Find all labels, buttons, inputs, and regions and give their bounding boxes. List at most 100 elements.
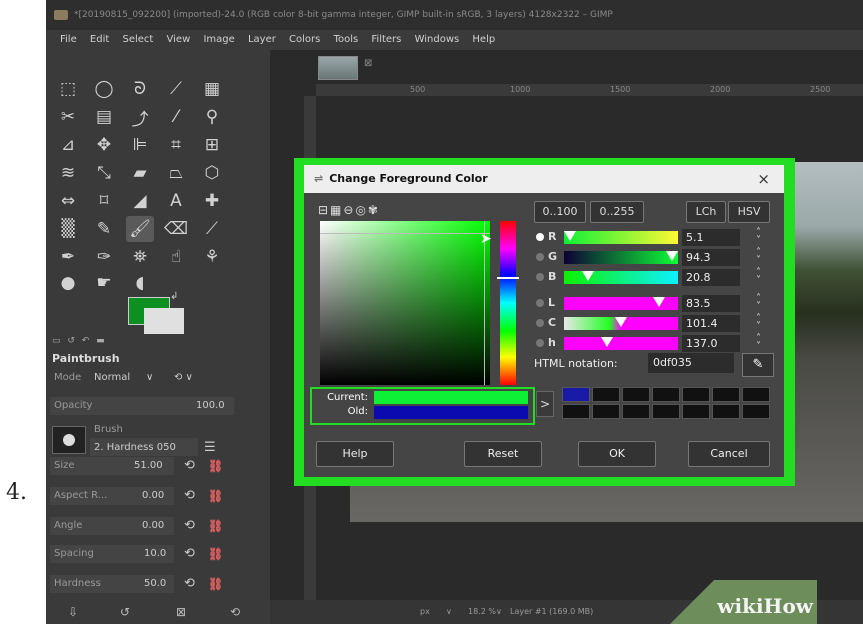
add-to-history-button[interactable]: > bbox=[536, 391, 554, 417]
hsv-button[interactable]: HSV bbox=[728, 201, 770, 223]
channel-value-input[interactable]: 101.4 bbox=[682, 315, 740, 332]
slider-marker[interactable] bbox=[601, 337, 613, 347]
range-0-100-button[interactable]: 0..100 bbox=[534, 201, 586, 223]
hue-marker[interactable] bbox=[497, 277, 519, 279]
spin-arrows-icon[interactable]: ˄ ˅ bbox=[756, 294, 761, 312]
handle-transform-icon[interactable]: ⤡ bbox=[90, 160, 118, 186]
channel-value-input[interactable]: 20.8 bbox=[682, 269, 740, 286]
menu-filters[interactable]: Filters bbox=[371, 34, 401, 45]
history-color-swatch[interactable] bbox=[562, 404, 590, 419]
hardness-row[interactable]: Hardness 50.0 ⟲ ⛓ bbox=[50, 574, 260, 594]
hue-strip[interactable] bbox=[500, 221, 516, 385]
history-color-swatch[interactable] bbox=[622, 404, 650, 419]
link-icon[interactable]: ⛓ bbox=[208, 516, 223, 536]
channel-value-input[interactable]: 137.0 bbox=[682, 335, 740, 352]
history-color-swatch[interactable] bbox=[622, 387, 650, 402]
spacing-row[interactable]: Spacing 10.0 ⟲ ⛓ bbox=[50, 544, 260, 564]
hardness-value[interactable]: 50.0 bbox=[144, 574, 166, 594]
crop-icon[interactable]: ⌗ bbox=[162, 132, 190, 158]
bucket-fill-icon[interactable]: ◢ bbox=[126, 188, 154, 214]
dodge-icon[interactable]: ◖ bbox=[126, 270, 154, 296]
history-color-swatch[interactable] bbox=[712, 404, 740, 419]
chevron-down-icon[interactable]: ∨ bbox=[446, 600, 452, 624]
color-saturation-square[interactable] bbox=[320, 221, 490, 385]
channel-value-input[interactable]: 94.3 bbox=[682, 249, 740, 266]
smudge-finger-icon[interactable]: ☛ bbox=[90, 270, 118, 296]
smudge-icon[interactable]: ☝ bbox=[162, 244, 190, 270]
history-color-swatch[interactable] bbox=[652, 404, 680, 419]
ok-button[interactable]: OK bbox=[578, 441, 656, 467]
cancel-button[interactable]: Cancel bbox=[688, 441, 770, 467]
unit-select[interactable]: px bbox=[420, 600, 430, 624]
slider-marker[interactable] bbox=[564, 231, 576, 241]
spin-arrows-icon[interactable]: ˄ ˅ bbox=[756, 314, 761, 332]
channel-radio[interactable] bbox=[536, 339, 544, 347]
heal-icon[interactable]: ✚ bbox=[198, 188, 226, 214]
perspective-icon[interactable]: ⏢ bbox=[162, 160, 190, 186]
reset-icon[interactable]: ⟲ bbox=[184, 544, 195, 564]
fuzzy-select-icon[interactable]: ⟋ bbox=[162, 76, 190, 102]
slider-marker[interactable] bbox=[615, 317, 627, 327]
color-select-icon[interactable]: ▦ bbox=[198, 76, 226, 102]
reset-options-icon[interactable]: ⟲ bbox=[230, 602, 240, 622]
chevron-down-icon[interactable]: ∨ bbox=[496, 600, 502, 624]
menu-help[interactable]: Help bbox=[472, 34, 495, 45]
zoom-select[interactable]: 18.2 % bbox=[468, 600, 496, 624]
channel-value-input[interactable]: 5.1 bbox=[682, 229, 740, 246]
mypaint-brush-icon[interactable]: ✑ bbox=[90, 244, 118, 270]
reset-icon[interactable]: ⟲ ∨ bbox=[174, 368, 193, 388]
zoom-icon[interactable]: ⚲ bbox=[198, 104, 226, 130]
close-icon[interactable]: × bbox=[757, 165, 770, 193]
aspect-value[interactable]: 0.00 bbox=[142, 486, 164, 506]
channel-value-input[interactable]: 83.5 bbox=[682, 295, 740, 312]
channel-slider[interactable] bbox=[564, 297, 678, 310]
link-icon[interactable]: ⛓ bbox=[208, 486, 223, 506]
move-icon[interactable]: ✥ bbox=[90, 132, 118, 158]
reset-icon[interactable]: ⟲ bbox=[184, 516, 195, 536]
menu-colors[interactable]: Colors bbox=[289, 34, 320, 45]
history-color-swatch[interactable] bbox=[592, 404, 620, 419]
size-value[interactable]: 51.00 bbox=[134, 456, 163, 476]
reset-icon[interactable]: ⟲ bbox=[184, 486, 195, 506]
clone-icon[interactable]: ⛯ bbox=[126, 244, 154, 270]
channel-radio[interactable] bbox=[536, 253, 544, 261]
paths-icon[interactable]: ⤴ bbox=[126, 104, 154, 130]
menu-image[interactable]: Image bbox=[203, 34, 234, 45]
shear-icon[interactable]: ▰ bbox=[126, 160, 154, 186]
history-color-swatch[interactable] bbox=[592, 387, 620, 402]
dock-tabs[interactable]: ▭ ↺ ↶ ▬ bbox=[52, 336, 107, 346]
lasso-icon[interactable]: ᘐ bbox=[126, 76, 154, 102]
reset-icon[interactable]: ⟲ bbox=[184, 574, 195, 594]
menu-select[interactable]: Select bbox=[122, 34, 153, 45]
cage-transform-icon[interactable]: ⌑ bbox=[90, 188, 118, 214]
blur-icon[interactable]: ● bbox=[54, 270, 82, 296]
menu-file[interactable]: File bbox=[60, 34, 77, 45]
history-color-swatch[interactable] bbox=[682, 387, 710, 402]
size-row[interactable]: Size 51.00 ⟲ ⛓ bbox=[50, 456, 260, 476]
dodge-burn-icon[interactable]: ⚘ bbox=[198, 244, 226, 270]
slider-marker[interactable] bbox=[653, 297, 665, 307]
channel-slider[interactable] bbox=[564, 317, 678, 330]
channel-slider[interactable] bbox=[564, 337, 678, 350]
3d-transform-icon[interactable]: ⬡ bbox=[198, 160, 226, 186]
restore-preset-icon[interactable]: ↺ bbox=[120, 602, 130, 622]
mode-row[interactable]: Mode Normal ∨ ⟲ ∨ bbox=[50, 368, 260, 388]
measure-icon[interactable]: ⊿ bbox=[54, 132, 82, 158]
unified-transform-icon[interactable]: ⊞ bbox=[198, 132, 226, 158]
angle-row[interactable]: Angle 0.00 ⟲ ⛓ bbox=[50, 516, 260, 536]
spin-arrows-icon[interactable]: ˄ ˅ bbox=[756, 248, 761, 266]
channel-radio[interactable] bbox=[536, 319, 544, 327]
lch-button[interactable]: LCh bbox=[686, 201, 726, 223]
channel-radio[interactable] bbox=[536, 233, 544, 241]
link-icon[interactable]: ⛓ bbox=[208, 544, 223, 564]
range-0-255-button[interactable]: 0..255 bbox=[590, 201, 644, 223]
chevron-down-icon[interactable]: ∨ bbox=[146, 368, 153, 388]
pencil-icon[interactable]: ✎ bbox=[90, 216, 118, 242]
warp-transform-icon[interactable]: ≋ bbox=[54, 160, 82, 186]
reset-button[interactable]: Reset bbox=[464, 441, 542, 467]
channel-slider[interactable] bbox=[564, 231, 678, 244]
flip-icon[interactable]: ⇔ bbox=[54, 188, 82, 214]
align-icon[interactable]: ⊫ bbox=[126, 132, 154, 158]
foreground-select-icon[interactable]: ▤ bbox=[90, 104, 118, 130]
image-tab-thumbnail[interactable] bbox=[318, 56, 358, 80]
